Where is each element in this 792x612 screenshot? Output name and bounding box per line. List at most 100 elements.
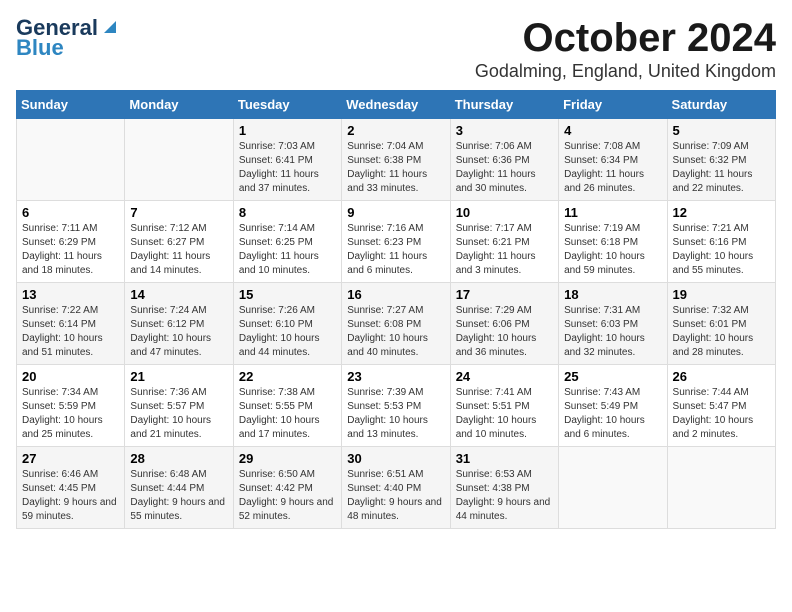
day-number: 18 bbox=[564, 287, 661, 302]
day-cell: 3 Sunrise: 7:06 AMSunset: 6:36 PMDaylight… bbox=[450, 119, 558, 201]
header-row: SundayMondayTuesdayWednesdayThursdayFrid… bbox=[17, 91, 776, 119]
day-cell: 11 Sunrise: 7:19 AMSunset: 6:18 PMDayligh… bbox=[559, 201, 667, 283]
day-info: Sunrise: 7:04 AMSunset: 6:38 PMDaylight:… bbox=[347, 140, 444, 196]
day-info: Sunrise: 7:11 AMSunset: 6:29 PMDaylight:… bbox=[22, 222, 119, 278]
day-cell: 6Sunrise: 7:11 AMSunset: 6:29 PMDaylight… bbox=[17, 201, 125, 283]
day-cell: 19 Sunrise: 7:32 AMSunset: 6:01 PMDayligh… bbox=[667, 283, 775, 365]
day-info: Sunrise: 7:31 AMSunset: 6:03 PMDaylight:… bbox=[564, 304, 661, 360]
day-number: 5 bbox=[673, 123, 770, 138]
header-cell-monday: Monday bbox=[125, 91, 233, 119]
day-cell: 2 Sunrise: 7:04 AMSunset: 6:38 PMDaylight… bbox=[342, 119, 450, 201]
day-cell: 17Sunrise: 7:29 AMSunset: 6:06 PMDayligh… bbox=[450, 283, 558, 365]
day-cell: 12Sunrise: 7:21 AMSunset: 6:16 PMDayligh… bbox=[667, 201, 775, 283]
day-info: Sunrise: 7:17 AMSunset: 6:21 PMDaylight:… bbox=[456, 222, 553, 278]
day-info: Sunrise: 7:09 AMSunset: 6:32 PMDaylight:… bbox=[673, 140, 770, 196]
header-cell-wednesday: Wednesday bbox=[342, 91, 450, 119]
calendar-table: SundayMondayTuesdayWednesdayThursdayFrid… bbox=[16, 90, 776, 529]
day-number: 9 bbox=[347, 205, 444, 220]
title-section: October 2024 Godalming, England, United … bbox=[475, 16, 776, 82]
month-title: October 2024 bbox=[475, 16, 776, 61]
day-cell: 1 Sunrise: 7:03 AMSunset: 6:41 PMDaylight… bbox=[233, 119, 341, 201]
day-info: Sunrise: 7:26 AMSunset: 6:10 PMDaylight:… bbox=[239, 304, 336, 360]
day-cell: 21 Sunrise: 7:36 AMSunset: 5:57 PMDayligh… bbox=[125, 365, 233, 447]
week-row-2: 6Sunrise: 7:11 AMSunset: 6:29 PMDaylight… bbox=[17, 201, 776, 283]
day-info: Sunrise: 6:51 AMSunset: 4:40 PMDaylight:… bbox=[347, 468, 444, 524]
day-info: Sunrise: 7:32 AMSunset: 6:01 PMDaylight:… bbox=[673, 304, 770, 360]
week-row-5: 27Sunrise: 6:46 AMSunset: 4:45 PMDayligh… bbox=[17, 447, 776, 529]
day-number: 11 bbox=[564, 205, 661, 220]
day-number: 7 bbox=[130, 205, 227, 220]
day-cell: 7 Sunrise: 7:12 AMSunset: 6:27 PMDaylight… bbox=[125, 201, 233, 283]
header-cell-saturday: Saturday bbox=[667, 91, 775, 119]
day-info: Sunrise: 7:24 AMSunset: 6:12 PMDaylight:… bbox=[130, 304, 227, 360]
day-cell bbox=[559, 447, 667, 529]
day-cell: 5 Sunrise: 7:09 AMSunset: 6:32 PMDaylight… bbox=[667, 119, 775, 201]
day-info: Sunrise: 7:27 AMSunset: 6:08 PMDaylight:… bbox=[347, 304, 444, 360]
day-info: Sunrise: 7:03 AMSunset: 6:41 PMDaylight:… bbox=[239, 140, 336, 196]
day-number: 21 bbox=[130, 369, 227, 384]
day-number: 26 bbox=[673, 369, 770, 384]
day-cell: 24Sunrise: 7:41 AMSunset: 5:51 PMDayligh… bbox=[450, 365, 558, 447]
day-info: Sunrise: 7:12 AMSunset: 6:27 PMDaylight:… bbox=[130, 222, 227, 278]
day-cell: 20 Sunrise: 7:34 AMSunset: 5:59 PMDayligh… bbox=[17, 365, 125, 447]
day-cell: 27Sunrise: 6:46 AMSunset: 4:45 PMDayligh… bbox=[17, 447, 125, 529]
day-cell: 30 Sunrise: 6:51 AMSunset: 4:40 PMDayligh… bbox=[342, 447, 450, 529]
day-number: 2 bbox=[347, 123, 444, 138]
week-row-4: 20 Sunrise: 7:34 AMSunset: 5:59 PMDayligh… bbox=[17, 365, 776, 447]
day-number: 1 bbox=[239, 123, 336, 138]
day-cell bbox=[125, 119, 233, 201]
day-cell: 18 Sunrise: 7:31 AMSunset: 6:03 PMDayligh… bbox=[559, 283, 667, 365]
day-info: Sunrise: 6:50 AMSunset: 4:42 PMDaylight:… bbox=[239, 468, 336, 524]
header-cell-friday: Friday bbox=[559, 91, 667, 119]
location-title: Godalming, England, United Kingdom bbox=[475, 61, 776, 82]
day-info: Sunrise: 7:34 AMSunset: 5:59 PMDaylight:… bbox=[22, 386, 119, 442]
day-cell: 25Sunrise: 7:43 AMSunset: 5:49 PMDayligh… bbox=[559, 365, 667, 447]
day-number: 16 bbox=[347, 287, 444, 302]
week-row-1: 1 Sunrise: 7:03 AMSunset: 6:41 PMDaylight… bbox=[17, 119, 776, 201]
day-number: 3 bbox=[456, 123, 553, 138]
day-cell: 13 Sunrise: 7:22 AMSunset: 6:14 PMDayligh… bbox=[17, 283, 125, 365]
day-number: 13 bbox=[22, 287, 119, 302]
day-number: 4 bbox=[564, 123, 661, 138]
day-number: 8 bbox=[239, 205, 336, 220]
day-number: 19 bbox=[673, 287, 770, 302]
day-number: 30 bbox=[347, 451, 444, 466]
day-info: Sunrise: 7:06 AMSunset: 6:36 PMDaylight:… bbox=[456, 140, 553, 196]
day-cell: 9 Sunrise: 7:16 AMSunset: 6:23 PMDaylight… bbox=[342, 201, 450, 283]
day-cell: 14 Sunrise: 7:24 AMSunset: 6:12 PMDayligh… bbox=[125, 283, 233, 365]
day-number: 29 bbox=[239, 451, 336, 466]
day-info: Sunrise: 7:19 AMSunset: 6:18 PMDaylight:… bbox=[564, 222, 661, 278]
day-cell: 31Sunrise: 6:53 AMSunset: 4:38 PMDayligh… bbox=[450, 447, 558, 529]
day-number: 25 bbox=[564, 369, 661, 384]
calendar-header: SundayMondayTuesdayWednesdayThursdayFrid… bbox=[17, 91, 776, 119]
day-info: Sunrise: 7:08 AMSunset: 6:34 PMDaylight:… bbox=[564, 140, 661, 196]
day-cell: 23 Sunrise: 7:39 AMSunset: 5:53 PMDayligh… bbox=[342, 365, 450, 447]
day-number: 10 bbox=[456, 205, 553, 220]
day-cell: 16 Sunrise: 7:27 AMSunset: 6:08 PMDayligh… bbox=[342, 283, 450, 365]
header-cell-tuesday: Tuesday bbox=[233, 91, 341, 119]
logo: General Blue bbox=[16, 16, 120, 60]
day-cell: 8 Sunrise: 7:14 AMSunset: 6:25 PMDaylight… bbox=[233, 201, 341, 283]
header-cell-sunday: Sunday bbox=[17, 91, 125, 119]
day-info: Sunrise: 7:36 AMSunset: 5:57 PMDaylight:… bbox=[130, 386, 227, 442]
day-info: Sunrise: 6:48 AMSunset: 4:44 PMDaylight:… bbox=[130, 468, 227, 524]
day-number: 14 bbox=[130, 287, 227, 302]
header-cell-thursday: Thursday bbox=[450, 91, 558, 119]
day-cell: 29 Sunrise: 6:50 AMSunset: 4:42 PMDayligh… bbox=[233, 447, 341, 529]
logo-text-blue: Blue bbox=[16, 36, 64, 60]
day-info: Sunrise: 7:14 AMSunset: 6:25 PMDaylight:… bbox=[239, 222, 336, 278]
day-number: 28 bbox=[130, 451, 227, 466]
day-number: 15 bbox=[239, 287, 336, 302]
day-number: 23 bbox=[347, 369, 444, 384]
day-cell: 4 Sunrise: 7:08 AMSunset: 6:34 PMDaylight… bbox=[559, 119, 667, 201]
day-number: 22 bbox=[239, 369, 336, 384]
day-info: Sunrise: 7:21 AMSunset: 6:16 PMDaylight:… bbox=[673, 222, 770, 278]
day-info: Sunrise: 7:39 AMSunset: 5:53 PMDaylight:… bbox=[347, 386, 444, 442]
day-cell: 28 Sunrise: 6:48 AMSunset: 4:44 PMDayligh… bbox=[125, 447, 233, 529]
day-info: Sunrise: 7:16 AMSunset: 6:23 PMDaylight:… bbox=[347, 222, 444, 278]
day-number: 20 bbox=[22, 369, 119, 384]
day-info: Sunrise: 7:22 AMSunset: 6:14 PMDaylight:… bbox=[22, 304, 119, 360]
day-info: Sunrise: 7:41 AMSunset: 5:51 PMDaylight:… bbox=[456, 386, 553, 442]
day-number: 27 bbox=[22, 451, 119, 466]
day-cell bbox=[667, 447, 775, 529]
